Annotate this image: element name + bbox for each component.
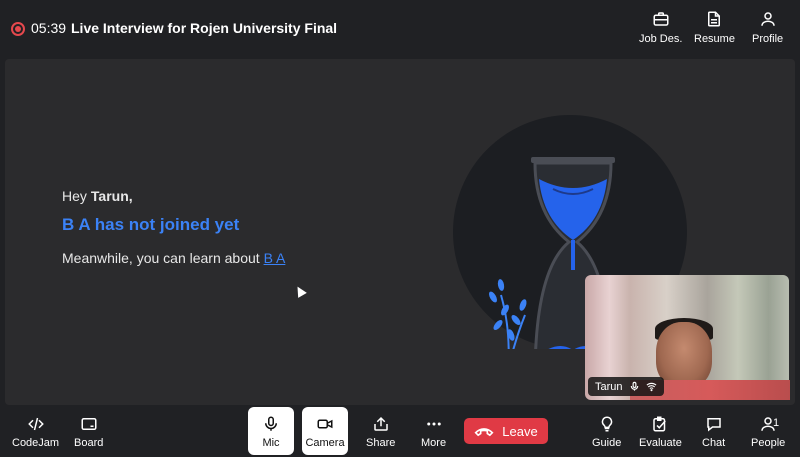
chat-button[interactable]: Chat <box>702 415 725 449</box>
leave-label: Leave <box>502 423 538 439</box>
mic-icon <box>630 381 638 391</box>
self-video-face <box>656 322 712 388</box>
chat-label: Chat <box>702 437 726 449</box>
mic-icon <box>265 416 277 431</box>
call-timer: 05:39 <box>31 20 67 36</box>
evaluate-button[interactable]: Evaluate <box>639 415 682 449</box>
profile-label: Profile <box>752 33 784 45</box>
signal-icon <box>646 382 656 392</box>
lightbulb-icon <box>601 416 612 432</box>
learn-about-link[interactable]: B A <box>264 250 286 266</box>
people-label: People <box>751 437 786 449</box>
more-button[interactable]: More <box>421 415 446 449</box>
resume-button[interactable]: Resume <box>694 10 735 45</box>
share-screen-icon <box>373 416 388 431</box>
share-button[interactable]: Share <box>366 415 395 449</box>
waiting-status: B A has not joined yet <box>62 215 240 234</box>
chat-icon <box>706 418 721 432</box>
self-video-name-tag: Tarun <box>588 377 664 396</box>
evaluate-icon <box>653 416 667 432</box>
greeting-word: Hey <box>62 188 87 204</box>
guide-button[interactable]: Guide <box>592 415 621 449</box>
people-count-badge: 1 <box>773 417 780 429</box>
mic-button[interactable]: Mic <box>248 407 294 455</box>
profile-button[interactable]: Profile <box>752 10 783 45</box>
document-icon <box>708 11 721 27</box>
board-label: Board <box>74 437 104 449</box>
greeting-name: Tarun, <box>90 188 133 204</box>
board-button[interactable]: Board <box>74 415 103 449</box>
learn-about-prefix: Meanwhile, you can learn about <box>62 250 264 266</box>
whiteboard-icon <box>81 418 97 430</box>
code-icon <box>27 417 44 431</box>
share-label: Share <box>366 437 396 449</box>
leave-button[interactable]: Leave <box>464 418 548 444</box>
mic-label: Mic <box>262 437 280 449</box>
mouse-cursor-icon <box>293 284 307 298</box>
user-icon <box>760 12 775 26</box>
recording-icon <box>11 22 25 36</box>
people-button[interactable]: People <box>751 415 785 449</box>
greeting: Hey Tarun, <box>62 188 133 204</box>
learn-about-text: Meanwhile, you can learn about B A <box>62 250 285 266</box>
self-video-name: Tarun <box>595 380 623 393</box>
codejam-button[interactable]: CodeJam <box>12 415 59 449</box>
more-label: More <box>421 437 447 449</box>
codejam-label: CodeJam <box>12 437 60 449</box>
camera-label: Camera <box>305 437 345 449</box>
evaluate-label: Evaluate <box>639 437 682 449</box>
camera-icon <box>317 419 333 429</box>
camera-button[interactable]: Camera <box>302 407 348 455</box>
job-description-button[interactable]: Job Des. <box>639 10 682 45</box>
briefcase-icon <box>653 12 669 26</box>
bottom-toolbar: CodeJam Board Mic Camera Share More Guid… <box>0 405 800 457</box>
more-icon <box>426 422 441 426</box>
resume-label: Resume <box>694 33 735 45</box>
guide-label: Guide <box>592 437 622 449</box>
hang-up-icon <box>474 428 494 437</box>
meeting-title: Live Interview for Rojen University Fina… <box>71 20 338 36</box>
top-bar: 05:39 Live Interview for Rojen Universit… <box>0 0 800 58</box>
job-description-label: Job Des. <box>639 33 683 45</box>
